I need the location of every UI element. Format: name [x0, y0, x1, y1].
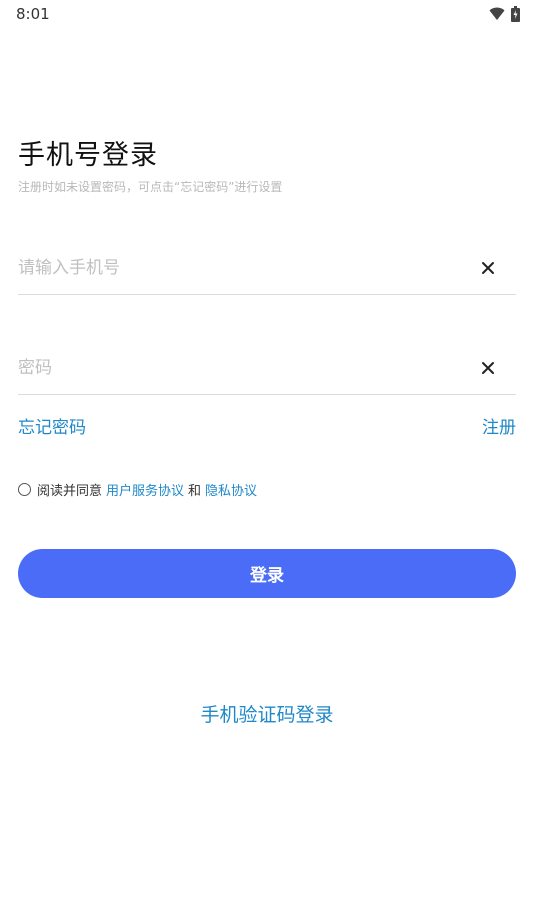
agreement-row: 阅读并同意 用户服务协议 和 隐私协议 [18, 480, 257, 499]
sms-login-link[interactable]: 手机验证码登录 [0, 700, 534, 727]
login-button[interactable]: 登录 [18, 549, 516, 598]
user-agreement-link[interactable]: 用户服务协议 [106, 480, 184, 499]
status-icons [489, 6, 520, 22]
phone-input[interactable] [18, 254, 458, 282]
agreement-prefix: 阅读并同意 [37, 484, 103, 499]
page-subtitle: 注册时如未设置密码，可点击“忘记密码”进行设置 [18, 180, 283, 194]
agreement-checkbox[interactable] [18, 483, 31, 496]
clear-phone-icon[interactable] [480, 260, 496, 276]
login-button-label: 登录 [250, 566, 284, 586]
password-input[interactable] [18, 354, 458, 382]
password-field-row [18, 354, 516, 395]
status-time: 8:01 [16, 5, 50, 23]
status-bar: 8:01 [0, 0, 534, 28]
register-link[interactable]: 注册 [482, 413, 516, 438]
agreement-conjunction: 和 [188, 484, 202, 499]
clear-password-icon[interactable] [480, 360, 496, 376]
privacy-agreement-link[interactable]: 隐私协议 [205, 480, 257, 499]
phone-field-row [18, 254, 516, 295]
forgot-password-link[interactable]: 忘记密码 [18, 413, 86, 438]
battery-icon [511, 6, 520, 22]
page-title: 手机号登录 [18, 140, 158, 171]
wifi-icon [489, 7, 505, 20]
